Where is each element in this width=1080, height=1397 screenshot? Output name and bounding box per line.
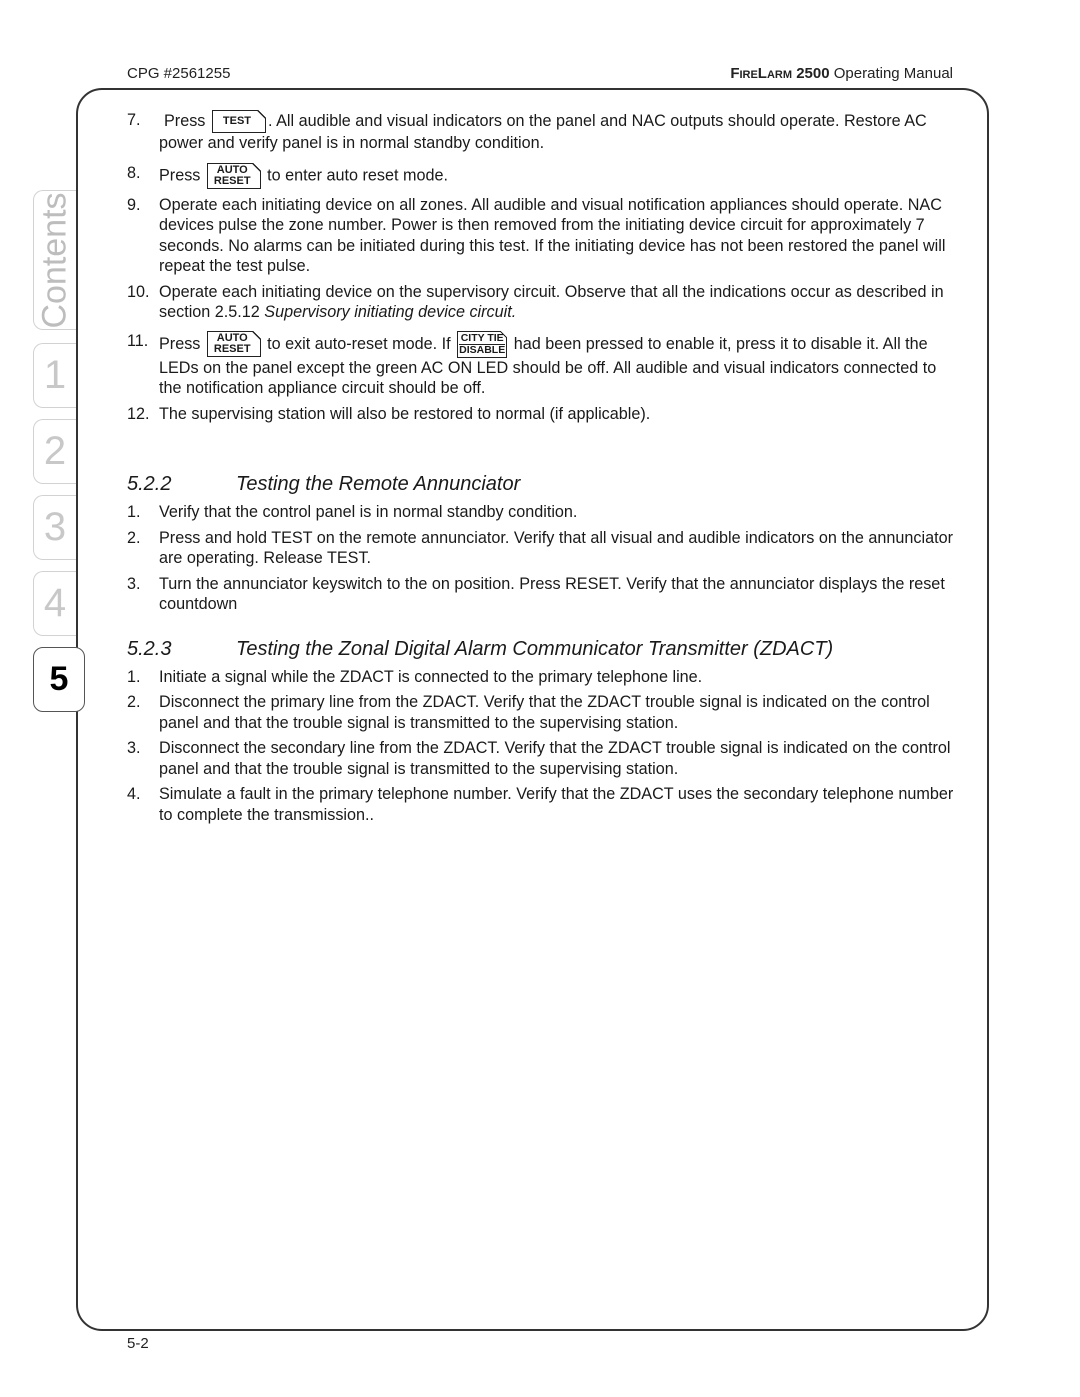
step-text: Simulate a fault in the primary telephon… bbox=[159, 785, 954, 824]
step-number: 1. bbox=[127, 667, 141, 686]
section-title: Testing the Remote Annunciator bbox=[236, 473, 521, 495]
step-9: 9. Operate each initiating device on all… bbox=[127, 195, 957, 277]
test-key-icon: TEST bbox=[211, 110, 267, 133]
tab-chapter-2[interactable]: 2 bbox=[33, 419, 76, 484]
step-number: 3. bbox=[127, 574, 141, 593]
step-text: to exit auto-reset mode. If bbox=[267, 334, 451, 353]
step-number: 9. bbox=[127, 195, 141, 214]
step-text: Operate each initiating device on all zo… bbox=[159, 195, 946, 276]
step-number: 12. bbox=[127, 404, 150, 423]
step-text: to enter auto reset mode. bbox=[267, 165, 448, 184]
section-heading-5-2-2: 5.2.2 Testing the Remote Annunciator bbox=[127, 472, 957, 496]
step-number: 11. bbox=[127, 331, 149, 350]
section-number: 5.2.3 bbox=[127, 637, 172, 660]
list-item: 1. Verify that the control panel is in n… bbox=[127, 502, 957, 523]
auto-reset-key-icon: AUTO RESET bbox=[206, 331, 261, 357]
step-text: Press bbox=[159, 334, 201, 353]
key-label-bottom: RESET bbox=[213, 174, 251, 187]
tab-chapter-1[interactable]: 1 bbox=[33, 343, 76, 408]
step-text: The supervising station will also be res… bbox=[159, 404, 651, 423]
tab-chapter-4[interactable]: 4 bbox=[33, 571, 76, 636]
key-label-top: AUTO bbox=[216, 163, 248, 176]
tab-contents-label: Contents bbox=[35, 191, 74, 329]
section-reference: Supervisory initiating device circuit. bbox=[264, 303, 517, 321]
step-number: 7. bbox=[127, 111, 141, 129]
step-number: 3. bbox=[127, 739, 141, 757]
step-number: 2. bbox=[127, 528, 141, 547]
list-item: 1. Initiate a signal while the ZDACT is … bbox=[127, 667, 957, 688]
tab-contents[interactable]: Contents bbox=[33, 190, 76, 330]
step-8: 8. Press AUTO RESET to enter auto reset m… bbox=[127, 162, 957, 189]
step-text: . All audible and visual indicators on t… bbox=[159, 111, 927, 152]
step-text: Disconnect the secondary line from the Z… bbox=[159, 739, 951, 778]
page-content: 7. Press TEST. All audible and visual in… bbox=[127, 110, 957, 830]
page-number: 5-2 bbox=[127, 1335, 149, 1352]
city-tie-disable-key-icon: CITY TIE DISABLE bbox=[457, 330, 508, 358]
brand-name: FireLarm bbox=[730, 65, 793, 82]
step-text: Initiate a signal while the ZDACT is con… bbox=[159, 667, 703, 686]
step-12: 12. The supervising station will also be… bbox=[127, 404, 957, 425]
step-text: Disconnect the primary line from the ZDA… bbox=[159, 693, 930, 732]
step-number: 4. bbox=[127, 785, 141, 803]
step-number: 8. bbox=[127, 163, 141, 182]
section-number: 5.2.2 bbox=[127, 473, 172, 495]
key-label-bottom: RESET bbox=[213, 343, 251, 355]
step-text: Press bbox=[159, 165, 201, 184]
step-10: 10. Operate each initiating device on th… bbox=[127, 282, 957, 323]
model-number: 2500 bbox=[796, 65, 830, 82]
step-text: Press bbox=[164, 111, 206, 130]
section-heading-5-2-3: 5.2.3 Testing the Zonal Digital Alarm Com… bbox=[127, 637, 957, 661]
step-11: 11. Press AUTO RESET to exit auto-reset m… bbox=[127, 330, 957, 399]
step-text: Verify that the control panel is in norm… bbox=[159, 503, 578, 521]
list-item: 4. Simulate a fault in the primary telep… bbox=[127, 784, 957, 825]
document-id: CPG #2561255 bbox=[127, 65, 231, 82]
manual-title-suffix: Operating Manual bbox=[833, 65, 953, 82]
section-title: Testing the Zonal Digital Alarm Communic… bbox=[236, 637, 834, 660]
manual-title: FireLarm 2500 Operating Manual bbox=[730, 65, 953, 82]
list-item: 2. Disconnect the primary line from the … bbox=[127, 692, 957, 733]
key-label-top: CITY TIE bbox=[460, 331, 504, 344]
tab-chapter-5-active[interactable]: 5 bbox=[33, 647, 85, 712]
step-number: 1. bbox=[127, 503, 141, 521]
list-item: 2. Press and hold TEST on the remote ann… bbox=[127, 528, 957, 569]
step-number: 2. bbox=[127, 693, 141, 711]
list-item: 3. Disconnect the secondary line from th… bbox=[127, 738, 957, 779]
key-label-bottom: DISABLE bbox=[459, 343, 506, 356]
tab-chapter-3[interactable]: 3 bbox=[33, 495, 76, 560]
list-item: 3. Turn the annunciator keyswitch to the… bbox=[127, 574, 957, 615]
step-text: Press and hold TEST on the remote annunc… bbox=[159, 528, 953, 568]
auto-reset-key-icon: AUTO RESET bbox=[206, 162, 261, 189]
step-text: Turn the annunciator keyswitch to the on… bbox=[159, 574, 945, 614]
step-number: 10. bbox=[127, 282, 150, 301]
step-7: 7. Press TEST. All audible and visual in… bbox=[127, 110, 957, 154]
